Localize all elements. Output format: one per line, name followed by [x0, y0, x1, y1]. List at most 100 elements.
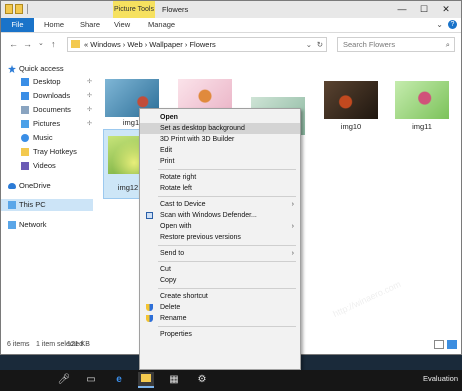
menu-item-print[interactable]: Print — [140, 156, 300, 167]
breadcrumb-overflow[interactable]: « — [84, 40, 88, 49]
menu-item-open[interactable]: Open — [140, 112, 300, 123]
menu-item-label: Restore previous versions — [160, 234, 241, 241]
cloud-icon — [8, 183, 16, 189]
refresh-icon[interactable]: ↻ — [317, 38, 323, 51]
evaluation-label: Evaluation — [422, 374, 458, 383]
sidebar-item-quick-access[interactable]: Quick access — [1, 63, 93, 75]
selection-size: 121 KB — [67, 341, 90, 348]
sidebar-item-downloads[interactable]: Downloads ✢ — [1, 90, 93, 102]
store-icon[interactable]: ▦ — [166, 372, 182, 388]
sidebar-item-label: OneDrive — [19, 181, 51, 190]
thumbnail-img11[interactable] — [395, 81, 449, 119]
sidebar-item-label: Tray Hotkeys — [33, 147, 77, 156]
forward-button[interactable]: → — [23, 39, 32, 49]
navigation-bar: ← → ⌄ ↑ « Windows › Web › Wallpaper › Fl… — [1, 33, 461, 57]
folder-icon — [21, 148, 29, 156]
menu-item-restore-previous-versions[interactable]: Restore previous versions — [140, 232, 300, 243]
settings-icon[interactable]: ⚙ — [194, 372, 210, 388]
menu-item-3d-print-with-3d-builder[interactable]: 3D Print with 3D Builder — [140, 134, 300, 145]
sidebar-item-label: Documents — [33, 105, 71, 114]
microphone-icon[interactable]: 🎤︎ — [56, 372, 72, 388]
search-icon[interactable]: ⌕ — [446, 38, 450, 51]
shield-icon — [146, 304, 153, 311]
maximize-button[interactable]: ☐ — [413, 1, 435, 18]
computer-icon — [8, 201, 16, 209]
menu-item-label: Open with — [160, 223, 192, 230]
edge-icon[interactable]: e — [111, 372, 127, 388]
toolbar-separator — [27, 4, 28, 14]
sidebar-item-documents[interactable]: Documents ✢ — [1, 104, 93, 116]
menu-separator — [158, 288, 296, 289]
menu-separator — [158, 196, 296, 197]
sidebar-item-music[interactable]: Music — [1, 132, 93, 144]
context-menu: http://winaero.com Open Set as desktop ba… — [139, 108, 402, 370]
properties-icon[interactable] — [5, 4, 13, 14]
tab-file[interactable]: File — [1, 18, 34, 32]
menu-item-rename[interactable]: Rename — [140, 313, 300, 324]
sidebar-item-this-pc[interactable]: This PC — [1, 199, 93, 211]
menu-item-label: Create shortcut — [160, 293, 208, 300]
menu-item-properties[interactable]: Properties — [140, 329, 300, 340]
menu-item-cut[interactable]: Cut — [140, 264, 300, 275]
back-button[interactable]: ← — [9, 39, 18, 49]
menu-item-label: Properties — [160, 331, 192, 338]
tab-view[interactable]: View — [114, 18, 130, 32]
breadcrumb-path[interactable]: Windows › Web › Wallpaper › Flowers — [90, 40, 215, 49]
sidebar-item-desktop[interactable]: Desktop ✢ — [1, 76, 93, 88]
sidebar-item-onedrive[interactable]: OneDrive — [1, 180, 93, 192]
file-label-img11[interactable]: img11 — [392, 122, 452, 131]
videos-icon — [21, 162, 29, 170]
navigation-pane: Quick access Desktop ✢ Downloads ✢ Docum… — [1, 59, 93, 329]
details-view-button[interactable] — [434, 340, 444, 349]
menu-item-scan-with-windows-defender[interactable]: Scan with Windows Defender... — [140, 210, 300, 221]
sidebar-item-label: Videos — [33, 161, 56, 170]
breadcrumb[interactable]: « Windows › Web › Wallpaper › Flowers — [84, 38, 216, 51]
picture-tools-tab-group: Picture Tools — [113, 1, 155, 18]
address-bar[interactable]: « Windows › Web › Wallpaper › Flowers ⌄ … — [67, 37, 327, 52]
menu-item-label: Set as desktop background — [160, 125, 245, 132]
up-button[interactable]: ↑ — [51, 39, 56, 49]
menu-item-send-to[interactable]: Send to › — [140, 248, 300, 259]
menu-item-rotate-right[interactable]: Rotate right — [140, 172, 300, 183]
file-explorer-icon[interactable] — [138, 372, 154, 388]
menu-item-edit[interactable]: Edit — [140, 145, 300, 156]
taskbar: 🎤︎ ▭ e ▦ ⚙ Evaluation — [0, 370, 462, 391]
menu-item-open-with[interactable]: Open with › — [140, 221, 300, 232]
menu-item-delete[interactable]: Delete — [140, 302, 300, 313]
menu-item-rotate-left[interactable]: Rotate left — [140, 183, 300, 194]
menu-item-cast-to-device[interactable]: Cast to Device › — [140, 199, 300, 210]
recent-locations-button[interactable]: ⌄ — [38, 39, 44, 47]
ribbon-expand-icon[interactable]: ⌄ — [436, 20, 443, 29]
tab-manage[interactable]: Manage — [148, 18, 175, 32]
menu-item-create-shortcut[interactable]: Create shortcut — [140, 291, 300, 302]
menu-item-label: Edit — [160, 147, 173, 154]
address-dropdown-icon[interactable]: ⌄ — [306, 38, 312, 51]
menu-item-copy[interactable]: Copy — [140, 275, 300, 286]
sidebar-item-label: This PC — [19, 200, 46, 209]
menu-item-label: Rotate right — [160, 174, 197, 181]
sidebar-item-label: Downloads — [33, 91, 71, 100]
desktop-icon — [21, 78, 29, 86]
menu-item-label: Rename — [160, 315, 187, 322]
pin-icon: ✢ — [87, 79, 93, 85]
search-placeholder: Search Flowers — [343, 40, 396, 49]
sidebar-item-network[interactable]: Network — [1, 219, 93, 231]
tab-home[interactable]: Home — [44, 18, 64, 32]
sidebar-item-tray-hotkeys[interactable]: Tray Hotkeys — [1, 146, 93, 158]
new-folder-icon[interactable] — [15, 4, 23, 14]
large-icons-view-button[interactable] — [447, 340, 457, 349]
sidebar-item-videos[interactable]: Videos — [1, 160, 93, 172]
close-button[interactable]: ✕ — [435, 1, 457, 18]
thumbnail-img10[interactable] — [324, 81, 378, 119]
help-icon[interactable]: ? — [448, 20, 457, 29]
search-input[interactable]: Search Flowers ⌕ — [337, 37, 455, 52]
menu-separator — [158, 326, 296, 327]
minimize-button[interactable]: — — [391, 1, 413, 18]
network-icon — [8, 221, 16, 229]
menu-item-label: Delete — [160, 304, 181, 311]
tab-share[interactable]: Share — [80, 18, 100, 32]
task-view-icon[interactable]: ▭ — [83, 372, 99, 388]
sidebar-item-pictures[interactable]: Pictures ✢ — [1, 118, 93, 130]
file-label-img10[interactable]: img10 — [321, 122, 381, 131]
menu-item-set-as-desktop-background[interactable]: Set as desktop background — [140, 123, 300, 134]
